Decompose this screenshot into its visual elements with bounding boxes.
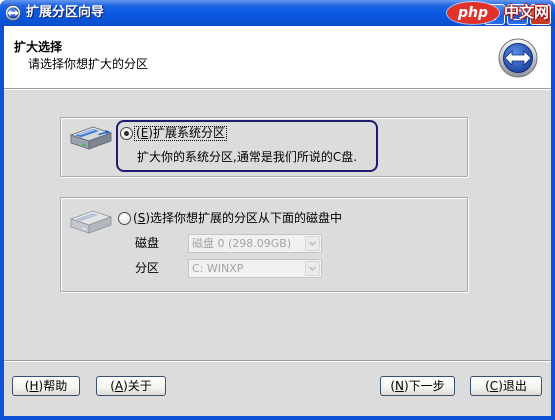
mnemonic-key: A bbox=[114, 379, 124, 393]
disk-select-value: 磁盘 0 (298.09GB) bbox=[192, 237, 292, 250]
mnemonic-key: N bbox=[395, 379, 404, 393]
disk-select[interactable]: 磁盘 0 (298.09GB) bbox=[188, 234, 322, 253]
footer-separator bbox=[4, 360, 551, 362]
chevron-down-icon bbox=[308, 266, 317, 272]
partition-select-value: C: WINXP bbox=[192, 262, 244, 275]
mnemonic-key: C bbox=[489, 379, 499, 393]
about-button[interactable]: (A)关于 bbox=[96, 376, 166, 396]
custom-partition-label[interactable]: (S)选择你想扩展的分区从下面的磁盘中 bbox=[133, 211, 342, 225]
disk-select-arrow[interactable] bbox=[305, 236, 320, 251]
header-separator bbox=[4, 88, 551, 90]
chevron-down-icon bbox=[308, 241, 317, 247]
partition-label: 分区 bbox=[135, 261, 160, 275]
highlight-annotation bbox=[116, 120, 378, 172]
mnemonic-key: S bbox=[137, 211, 146, 225]
help-button[interactable]: (H)帮助 bbox=[12, 376, 80, 396]
disk-label: 磁盘 bbox=[135, 236, 160, 250]
hard-drive-icon bbox=[68, 206, 114, 238]
partition-select[interactable]: C: WINXP bbox=[188, 259, 322, 278]
page-title: 扩大选择 bbox=[14, 40, 63, 54]
page-subtitle: 请选择你想扩大的分区 bbox=[28, 57, 149, 71]
custom-partition-radio[interactable] bbox=[118, 212, 131, 225]
watermark-text: 中文网 bbox=[504, 3, 550, 21]
expand-arrows-icon bbox=[5, 5, 21, 21]
wizard-window: 扩展分区向导 php 中文网 扩大选择 请选择你想扩大的分区 (E)扩展系统分区… bbox=[0, 0, 555, 420]
exit-button[interactable]: (C)退出 bbox=[470, 376, 542, 396]
partition-select-arrow[interactable] bbox=[305, 261, 320, 276]
expand-arrows-icon bbox=[498, 38, 538, 78]
mnemonic-key: H bbox=[29, 379, 39, 393]
watermark-logo: php bbox=[447, 2, 499, 24]
hard-drive-icon bbox=[68, 122, 114, 154]
window-title: 扩展分区向导 bbox=[26, 5, 105, 20]
next-button[interactable]: (N)下一步 bbox=[380, 376, 455, 396]
